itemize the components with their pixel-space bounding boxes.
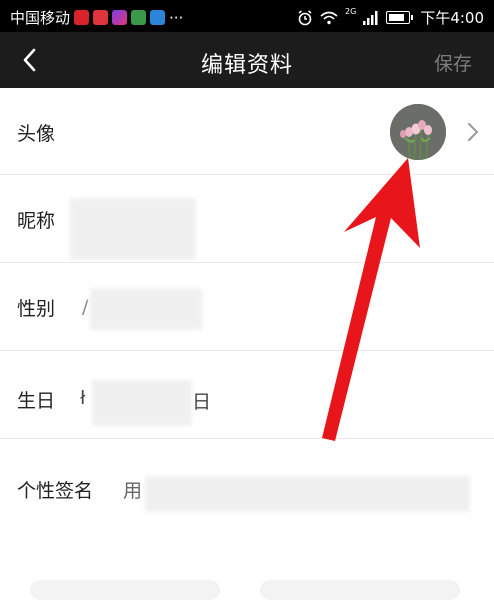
birthday-value-start: ł bbox=[80, 387, 86, 409]
birthday-value-end: 日 bbox=[192, 391, 212, 413]
avatar-row[interactable]: 头像 bbox=[0, 88, 494, 175]
signature-value-partial: 用 bbox=[123, 480, 143, 502]
status-time: 下午4:00 bbox=[420, 9, 484, 27]
gender-value-blurred bbox=[90, 288, 202, 330]
wifi-icon bbox=[320, 11, 338, 24]
status-left: 中国移动 ··· bbox=[10, 7, 183, 28]
gender-row[interactable]: 性别 / bbox=[0, 262, 494, 351]
media-app-icon bbox=[112, 10, 128, 25]
gender-value-partial: / bbox=[82, 296, 89, 318]
nickname-value-blurred bbox=[70, 198, 196, 260]
save-button[interactable]: 保存 bbox=[434, 49, 472, 76]
avatar[interactable] bbox=[390, 104, 446, 160]
news-app-icon bbox=[74, 10, 90, 25]
tulip-photo bbox=[390, 104, 446, 160]
battery-tip bbox=[411, 15, 414, 20]
video-app-icon bbox=[93, 10, 109, 25]
chevron-right-icon bbox=[468, 123, 479, 141]
battery-icon bbox=[386, 11, 411, 24]
birthday-label: 生日 bbox=[17, 390, 56, 412]
more-notifications: ··· bbox=[169, 8, 184, 27]
carrier-name: 中国移动 bbox=[10, 9, 71, 27]
status-right: 2G 下午4:00 bbox=[297, 7, 484, 28]
alarm-icon bbox=[298, 9, 312, 25]
avatar-label: 头像 bbox=[17, 123, 56, 145]
nickname-row[interactable]: 昵称 bbox=[0, 174, 494, 263]
nickname-label: 昵称 bbox=[17, 210, 56, 232]
signature-row[interactable]: 个性签名 用 bbox=[0, 438, 494, 550]
birthday-value-blurred bbox=[92, 380, 192, 426]
browser-app-icon bbox=[150, 10, 166, 25]
birthday-row[interactable]: 生日 ł 日 bbox=[0, 350, 494, 439]
signature-label: 个性签名 bbox=[17, 480, 94, 502]
nav-bar: 编辑资料 保存 bbox=[0, 32, 494, 88]
camera-app-icon bbox=[131, 10, 147, 25]
network-type-label: 2G bbox=[345, 7, 357, 16]
signature-value-blurred bbox=[145, 476, 470, 512]
signal-icon bbox=[363, 10, 378, 25]
gender-label: 性别 bbox=[17, 298, 56, 320]
page-title: 编辑资料 bbox=[200, 53, 293, 78]
bottom-blurred-element bbox=[260, 580, 460, 600]
bottom-blurred-element bbox=[30, 580, 220, 600]
status-bar: 中国移动 ··· 2G 下午4:00 bbox=[0, 0, 494, 32]
